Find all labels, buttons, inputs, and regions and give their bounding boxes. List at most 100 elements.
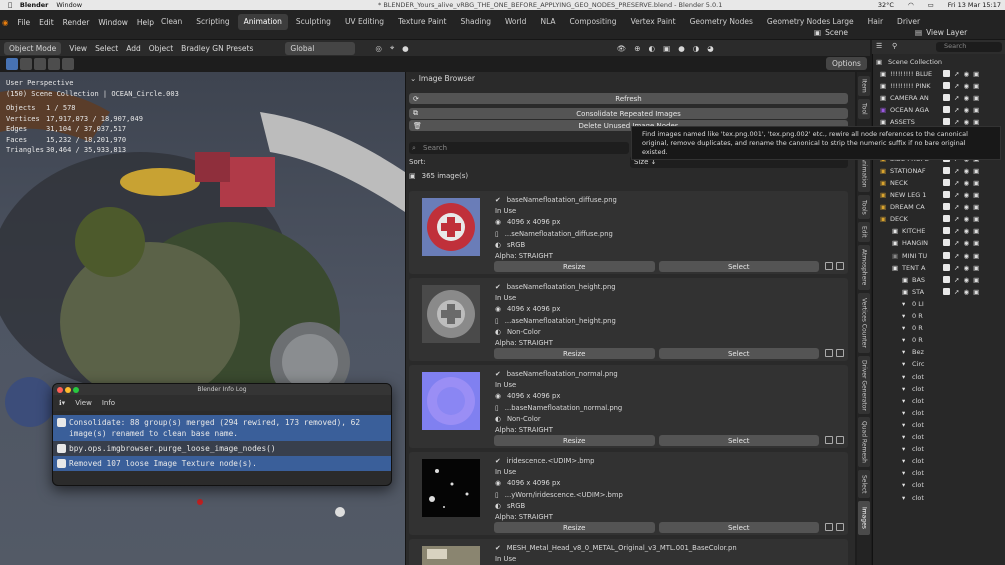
viewport-menu-view[interactable]: View <box>69 44 87 53</box>
outliner-row[interactable]: ▣ STATIONAF ➚ ◉ ▣ <box>872 165 1005 177</box>
info-editor-icon[interactable]: ℹ▾ <box>59 399 65 407</box>
outliner-row[interactable]: ▣!!!!!!!!! PINK ➚ ◉ ▣ <box>872 80 1005 92</box>
resize-button[interactable]: Resize <box>494 522 655 533</box>
eye-icon[interactable]: ◉ <box>963 106 969 114</box>
outliner-row[interactable]: ▾ clot <box>872 492 1005 504</box>
outliner-row[interactable]: ▣ OCEAN AGA ➚ ◉ ▣ <box>872 104 1005 116</box>
checkbox-icon[interactable] <box>943 178 950 186</box>
viewport-menu-add[interactable]: Add <box>126 44 141 53</box>
checkbox-icon[interactable] <box>943 166 950 174</box>
camera-icon[interactable]: ▣ <box>973 94 979 102</box>
info-log-window[interactable]: Blender Info Log ℹ▾ View Info Consolidat… <box>52 383 392 486</box>
outliner-row[interactable]: ▣ DECK ➚ ◉ ▣ <box>872 213 1005 225</box>
select-button[interactable]: Select <box>658 522 819 533</box>
eye-icon[interactable]: ◉ <box>963 288 969 296</box>
info-menu-view[interactable]: View <box>75 399 92 407</box>
select-invert-icon[interactable] <box>48 58 60 70</box>
outliner-scene-collection[interactable]: ▣ Scene Collection <box>872 56 1005 68</box>
eye-icon[interactable]: ◉ <box>963 227 969 235</box>
select-arrow-icon[interactable]: ➚ <box>954 94 959 102</box>
wifi-icon[interactable]: ◠ <box>908 1 914 9</box>
pivot-icon[interactable]: ◎ <box>375 44 382 53</box>
select-extend-icon[interactable] <box>20 58 32 70</box>
eye-icon[interactable]: ◉ <box>963 82 969 90</box>
outliner-row[interactable]: ▾ clot <box>872 383 1005 395</box>
select-subtract-icon[interactable] <box>34 58 46 70</box>
info-menu-info[interactable]: Info <box>102 399 115 407</box>
checkbox-icon[interactable]: ✔ <box>495 543 501 554</box>
checkbox-icon[interactable] <box>943 106 950 114</box>
select-arrow-icon[interactable]: ➚ <box>954 252 959 260</box>
link-icon[interactable] <box>825 436 833 444</box>
proportional-edit-icon[interactable]: ● <box>402 44 409 53</box>
checkbox-icon[interactable] <box>943 251 950 259</box>
outliner-row[interactable]: ▣ NECK ➚ ◉ ▣ <box>872 177 1005 189</box>
tab-hair[interactable]: Hair <box>862 14 889 30</box>
xray-icon[interactable]: ▣ <box>663 44 670 53</box>
tab-clean[interactable]: Clean <box>155 14 188 30</box>
outliner-row[interactable]: ▾ clot <box>872 407 1005 419</box>
select-arrow-icon[interactable]: ➚ <box>954 179 959 187</box>
select-arrow-icon[interactable]: ➚ <box>954 215 959 223</box>
mac-window-menu[interactable]: Window <box>56 1 82 9</box>
checkbox-icon[interactable] <box>943 191 950 198</box>
eye-icon[interactable]: ◉ <box>963 215 969 223</box>
options-dropdown[interactable]: Options <box>826 57 867 70</box>
outliner-row[interactable]: ▾ 0 R <box>872 310 1005 322</box>
select-arrow-icon[interactable]: ➚ <box>954 276 959 284</box>
select-arrow-icon[interactable]: ➚ <box>954 227 959 235</box>
checkbox-icon[interactable] <box>943 203 950 211</box>
outliner-row[interactable]: ▣ TENT A ➚ ◉ ▣ <box>872 262 1005 274</box>
select-button[interactable]: Select <box>658 261 819 272</box>
select-button[interactable]: Select <box>658 348 819 359</box>
outliner-row[interactable]: ▾ Circ <box>872 358 1005 370</box>
tab-sculpting[interactable]: Sculpting <box>290 14 337 30</box>
eye-icon[interactable]: ◉ <box>963 252 969 260</box>
overlay-icon[interactable]: ◐ <box>649 44 656 53</box>
delete-icon[interactable] <box>836 436 844 444</box>
eye-icon[interactable]: ◉ <box>963 179 969 187</box>
tab-images[interactable]: Images <box>858 501 870 535</box>
eye-icon[interactable]: ◉ <box>963 167 969 175</box>
outliner-row[interactable]: ▾ clot <box>872 371 1005 383</box>
outliner-row[interactable]: ▾ Bez <box>872 346 1005 358</box>
outliner-row[interactable]: ▾ clot <box>872 443 1005 455</box>
outliner-row[interactable]: ▣ HANGIN ➚ ◉ ▣ <box>872 237 1005 249</box>
tab-driver-generator[interactable]: Driver Generator <box>858 356 870 414</box>
view-layer-name[interactable]: View Layer <box>926 28 967 37</box>
tab-compositing[interactable]: Compositing <box>564 14 623 30</box>
refresh-button[interactable]: ⟳ Refresh <box>409 93 848 104</box>
menu-help[interactable]: Help <box>137 18 154 27</box>
tab-vertex-paint[interactable]: Vertex Paint <box>625 14 682 30</box>
tab-item[interactable]: Item <box>858 76 870 96</box>
log-line-consolidate[interactable]: Consolidate: 88 group(s) merged (294 rew… <box>53 415 391 441</box>
apple-icon[interactable]:  <box>8 1 12 9</box>
camera-icon[interactable]: ▣ <box>973 191 979 199</box>
outliner-search-input[interactable]: Search <box>936 42 1002 52</box>
camera-icon[interactable]: ▣ <box>973 203 979 211</box>
delete-icon[interactable] <box>836 262 844 270</box>
tab-tools[interactable]: Tools <box>858 195 870 219</box>
mac-app-name[interactable]: Blender <box>20 1 49 9</box>
select-box-icon[interactable] <box>6 58 18 70</box>
menu-file[interactable]: File <box>18 18 31 27</box>
tab-texture-paint[interactable]: Texture Paint <box>392 14 452 30</box>
log-line-operator[interactable]: bpy.ops.imgbrowser.purge_loose_image_nod… <box>53 441 391 456</box>
select-arrow-icon[interactable]: ➚ <box>954 82 959 90</box>
menu-edit[interactable]: Edit <box>39 18 54 27</box>
eye-icon[interactable]: ◉ <box>963 276 969 284</box>
camera-icon[interactable]: ▣ <box>973 239 979 247</box>
tab-quad-remesh[interactable]: Quad Remesh <box>858 417 870 467</box>
scene-selector[interactable]: ▣ Scene <box>814 26 848 38</box>
outliner-row[interactable]: ▾ clot <box>872 395 1005 407</box>
outliner-row[interactable]: ▣ DREAM CA ➚ ◉ ▣ <box>872 201 1005 213</box>
camera-icon[interactable]: ▣ <box>973 264 979 272</box>
outliner-row[interactable]: ▾ 0 LI <box>872 298 1005 310</box>
outliner-row[interactable]: ▾ clot <box>872 479 1005 491</box>
tab-nla[interactable]: NLA <box>534 14 561 30</box>
camera-icon[interactable]: ▣ <box>973 252 979 260</box>
image-browser-title[interactable]: ⌄ Image Browser <box>410 74 475 83</box>
select-arrow-icon[interactable]: ➚ <box>954 239 959 247</box>
zoom-window-icon[interactable] <box>73 387 79 393</box>
blender-logo-icon[interactable]: ◉ <box>2 18 9 27</box>
